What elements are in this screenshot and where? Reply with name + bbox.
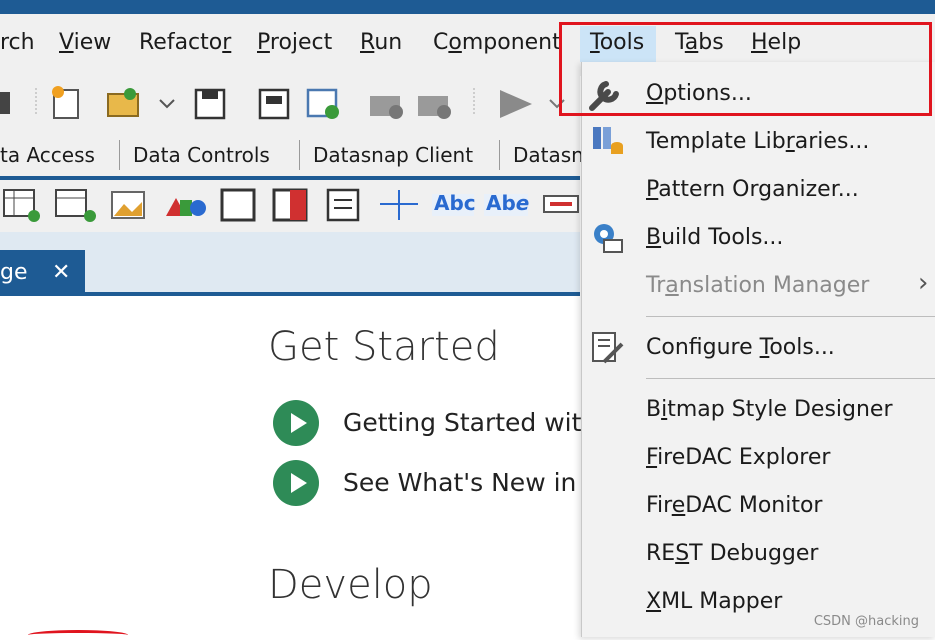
add-to-project-icon[interactable] xyxy=(370,96,403,119)
getting-started-link[interactable]: Getting Started with xyxy=(343,408,597,437)
watermark: CSDN @hacking xyxy=(813,614,919,629)
palette-tab-separator xyxy=(119,140,120,170)
palette-tab-separator xyxy=(499,140,500,170)
menu-item-build-tools[interactable]: Build Tools... xyxy=(646,223,783,253)
menu-component[interactable]: Component xyxy=(433,28,561,58)
editor-tab-label: ge xyxy=(0,260,28,285)
accelerator-key: r xyxy=(222,30,232,55)
submenu-chevron-icon: › xyxy=(918,268,929,298)
menu-item-translation-manager[interactable]: Translation Manager xyxy=(646,271,869,301)
build-tools-icon xyxy=(594,224,623,253)
menu-view[interactable]: View xyxy=(59,28,111,58)
configure-tools-icon xyxy=(592,332,624,364)
menu-item-firedac-monitor[interactable]: FireDAC Monitor xyxy=(646,491,822,521)
accelerator-key: T xyxy=(759,335,770,360)
palette-tab-data-access[interactable]: ta Access xyxy=(0,141,95,169)
palette-tab-datasnap-client[interactable]: Datasnap Client xyxy=(313,141,473,169)
accelerator-key: V xyxy=(59,30,74,55)
new-item-icon[interactable] xyxy=(52,86,79,119)
remove-from-project-icon[interactable] xyxy=(418,96,451,119)
frame-icon[interactable] xyxy=(220,188,256,222)
editor-tab-underline xyxy=(0,292,580,296)
edit-icon[interactable] xyxy=(543,195,579,213)
db-ctrl-grid-icon[interactable] xyxy=(55,189,96,222)
partial-logo-icon xyxy=(28,630,128,640)
menu-separator xyxy=(646,378,935,379)
editor-tab-strip xyxy=(0,232,580,296)
open-project-icon[interactable] xyxy=(107,88,139,117)
develop-heading: Develop xyxy=(268,562,433,608)
whats-new-link[interactable]: See What's New in I xyxy=(343,468,592,497)
save-all-icon[interactable] xyxy=(258,88,290,120)
menu-item-pattern-organizer[interactable]: Pattern Organizer... xyxy=(646,175,859,205)
template-libraries-icon xyxy=(593,127,623,154)
toolbar-partial-icon[interactable] xyxy=(0,92,10,114)
main-toolbar-icons xyxy=(0,86,565,120)
get-started-heading: Get Started xyxy=(268,324,500,370)
accelerator-key: r xyxy=(785,129,795,154)
play-icon[interactable] xyxy=(273,460,319,506)
title-bar-strip xyxy=(0,0,935,14)
menu-item-rest-debugger[interactable]: REST Debugger xyxy=(646,539,818,569)
menu-item-bitmap-style-designer[interactable]: Bitmap Style Designer xyxy=(646,395,893,425)
list-box-icon[interactable] xyxy=(326,188,360,222)
palette-tab-datasnap[interactable]: Datasn xyxy=(513,141,584,169)
db-grid-icon[interactable] xyxy=(3,189,40,222)
label-icon-text: Abc xyxy=(434,191,476,215)
shapes-icon[interactable] xyxy=(166,198,206,216)
menu-separator xyxy=(646,316,935,317)
db-image-icon[interactable] xyxy=(111,191,145,219)
run-icon[interactable] xyxy=(500,90,532,118)
splitter-icon[interactable] xyxy=(380,190,418,220)
accelerator-key: F xyxy=(646,445,658,470)
edit-label-icon-text: Abe xyxy=(486,191,530,215)
menu-refactor[interactable]: Refactor xyxy=(139,28,231,58)
panel-icon[interactable] xyxy=(272,188,308,222)
open-recent-icon[interactable] xyxy=(306,88,339,119)
accelerator-key: B xyxy=(646,225,662,250)
menu-item-firedac-explorer[interactable]: FireDAC Explorer xyxy=(646,443,830,473)
accelerator-key: a xyxy=(665,273,679,298)
accelerator-key: e xyxy=(671,493,686,518)
close-icon[interactable]: ✕ xyxy=(52,250,70,296)
save-icon[interactable] xyxy=(194,88,226,120)
accelerator-key: S xyxy=(675,541,690,566)
annotation-highlight-box xyxy=(559,22,932,116)
editor-tab-welcome[interactable]: ge ✕ xyxy=(0,250,85,296)
menu-project[interactable]: Project xyxy=(257,28,332,58)
accelerator-key: o xyxy=(448,30,462,55)
accelerator-key: P xyxy=(646,177,659,202)
menu-item-configure-tools[interactable]: Configure Tools... xyxy=(646,333,835,363)
accelerator-key: i xyxy=(661,397,668,422)
menu-run[interactable]: Run xyxy=(360,28,402,58)
accelerator-key: R xyxy=(360,30,375,55)
play-icon[interactable] xyxy=(273,400,319,446)
menu-item-template-libraries[interactable]: Template Libraries... xyxy=(646,127,869,157)
menu-item-xml-mapper[interactable]: XML Mapper xyxy=(646,587,782,617)
menu-search[interactable]: rch xyxy=(0,28,35,58)
open-dropdown-chevron-icon[interactable] xyxy=(159,99,175,109)
palette-tab-separator xyxy=(299,140,300,170)
palette-tab-data-controls[interactable]: Data Controls xyxy=(133,141,270,169)
accelerator-key: X xyxy=(646,589,662,614)
accelerator-key: P xyxy=(257,30,270,55)
